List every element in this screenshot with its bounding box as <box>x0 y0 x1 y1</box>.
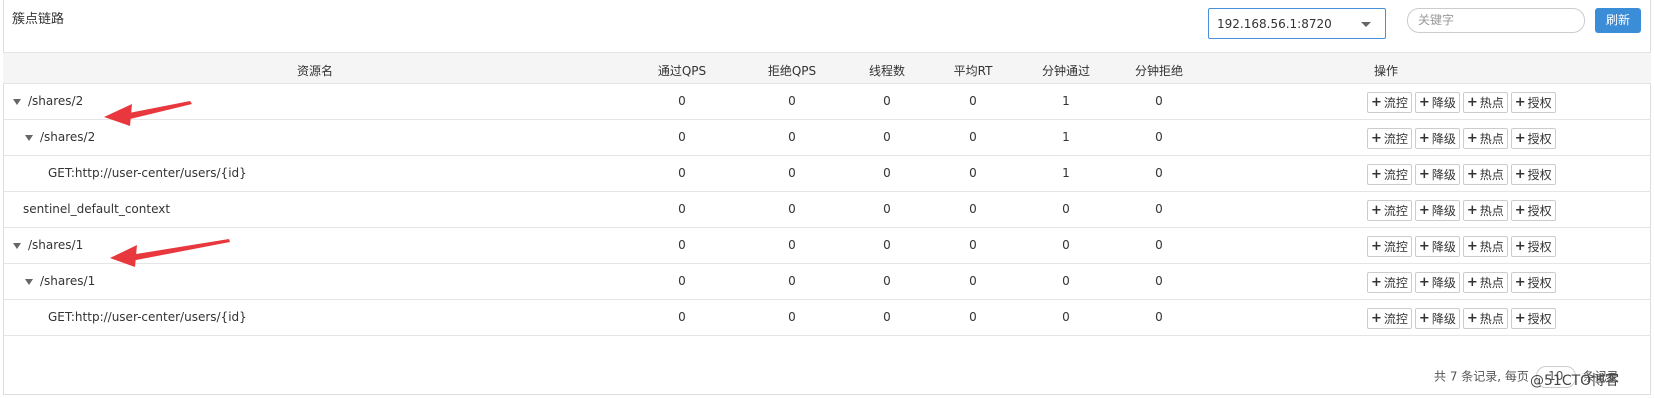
red-arrow-2 <box>110 239 230 267</box>
annotation-arrows <box>104 101 230 267</box>
red-arrow-1 <box>104 101 192 126</box>
